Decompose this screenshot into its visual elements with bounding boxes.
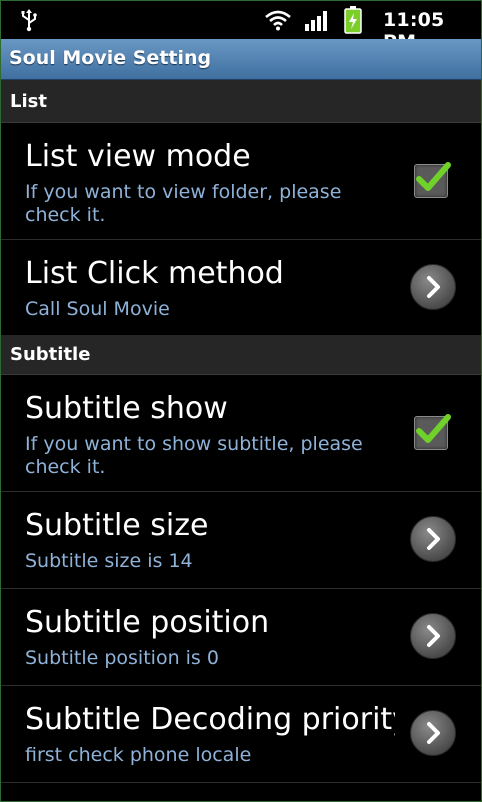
pref-title: Subtitle size xyxy=(25,508,209,543)
pref-summary: Subtitle size is 14 xyxy=(25,550,193,572)
pref-subtitle-size[interactable]: Subtitle size Subtitle size is 14 xyxy=(1,492,481,589)
app-title: Soul Movie Setting xyxy=(9,47,212,69)
chevron-right-icon[interactable] xyxy=(410,613,456,659)
pref-list-click-method[interactable]: List Click method Call Soul Movie xyxy=(1,240,481,336)
pref-title: Subtitle Decoding priority xyxy=(25,702,395,737)
pref-subtitle-decoding-priority[interactable]: Subtitle Decoding priority first check p… xyxy=(1,686,481,783)
pref-title: List view mode xyxy=(25,139,251,174)
subtitle-show-checkbox[interactable] xyxy=(414,414,451,450)
wifi-icon xyxy=(265,10,291,31)
chevron-right-icon[interactable] xyxy=(410,710,456,756)
category-list-header: List xyxy=(1,80,481,123)
battery-charging-icon xyxy=(344,6,362,34)
pref-summary: If you want to show subtitle, please che… xyxy=(25,433,363,478)
pref-summary: first check phone locale xyxy=(25,744,252,766)
pref-summary: If you want to view folder, please check… xyxy=(25,181,342,226)
pref-subtitle-position[interactable]: Subtitle position Subtitle position is 0 xyxy=(1,589,481,686)
pref-list-view-mode[interactable]: List view mode If you want to view folde… xyxy=(1,123,481,240)
category-label: List xyxy=(10,91,47,112)
checkmark-icon xyxy=(416,414,451,443)
signal-icon xyxy=(305,11,327,31)
pref-summary: Subtitle position is 0 xyxy=(25,647,219,669)
chevron-right-icon[interactable] xyxy=(410,516,456,562)
title-bar: Soul Movie Setting xyxy=(1,39,481,80)
pref-title: List Click method xyxy=(25,256,284,291)
status-bar: 11:05 PM xyxy=(1,1,481,53)
pref-summary: Call Soul Movie xyxy=(25,298,170,320)
checkmark-icon xyxy=(416,162,451,191)
category-label: Subtitle xyxy=(10,344,91,365)
pref-subtitle-show[interactable]: Subtitle show If you want to show subtit… xyxy=(1,375,481,492)
app-window: 11:05 PM Soul Movie Setting List List vi… xyxy=(0,0,482,802)
list-view-mode-checkbox[interactable] xyxy=(414,162,451,198)
pref-title: Subtitle show xyxy=(25,391,228,426)
pref-title: Subtitle position xyxy=(25,605,270,640)
category-subtitle-header: Subtitle xyxy=(1,335,481,375)
usb-icon xyxy=(21,9,37,32)
chevron-right-icon[interactable] xyxy=(410,264,456,310)
